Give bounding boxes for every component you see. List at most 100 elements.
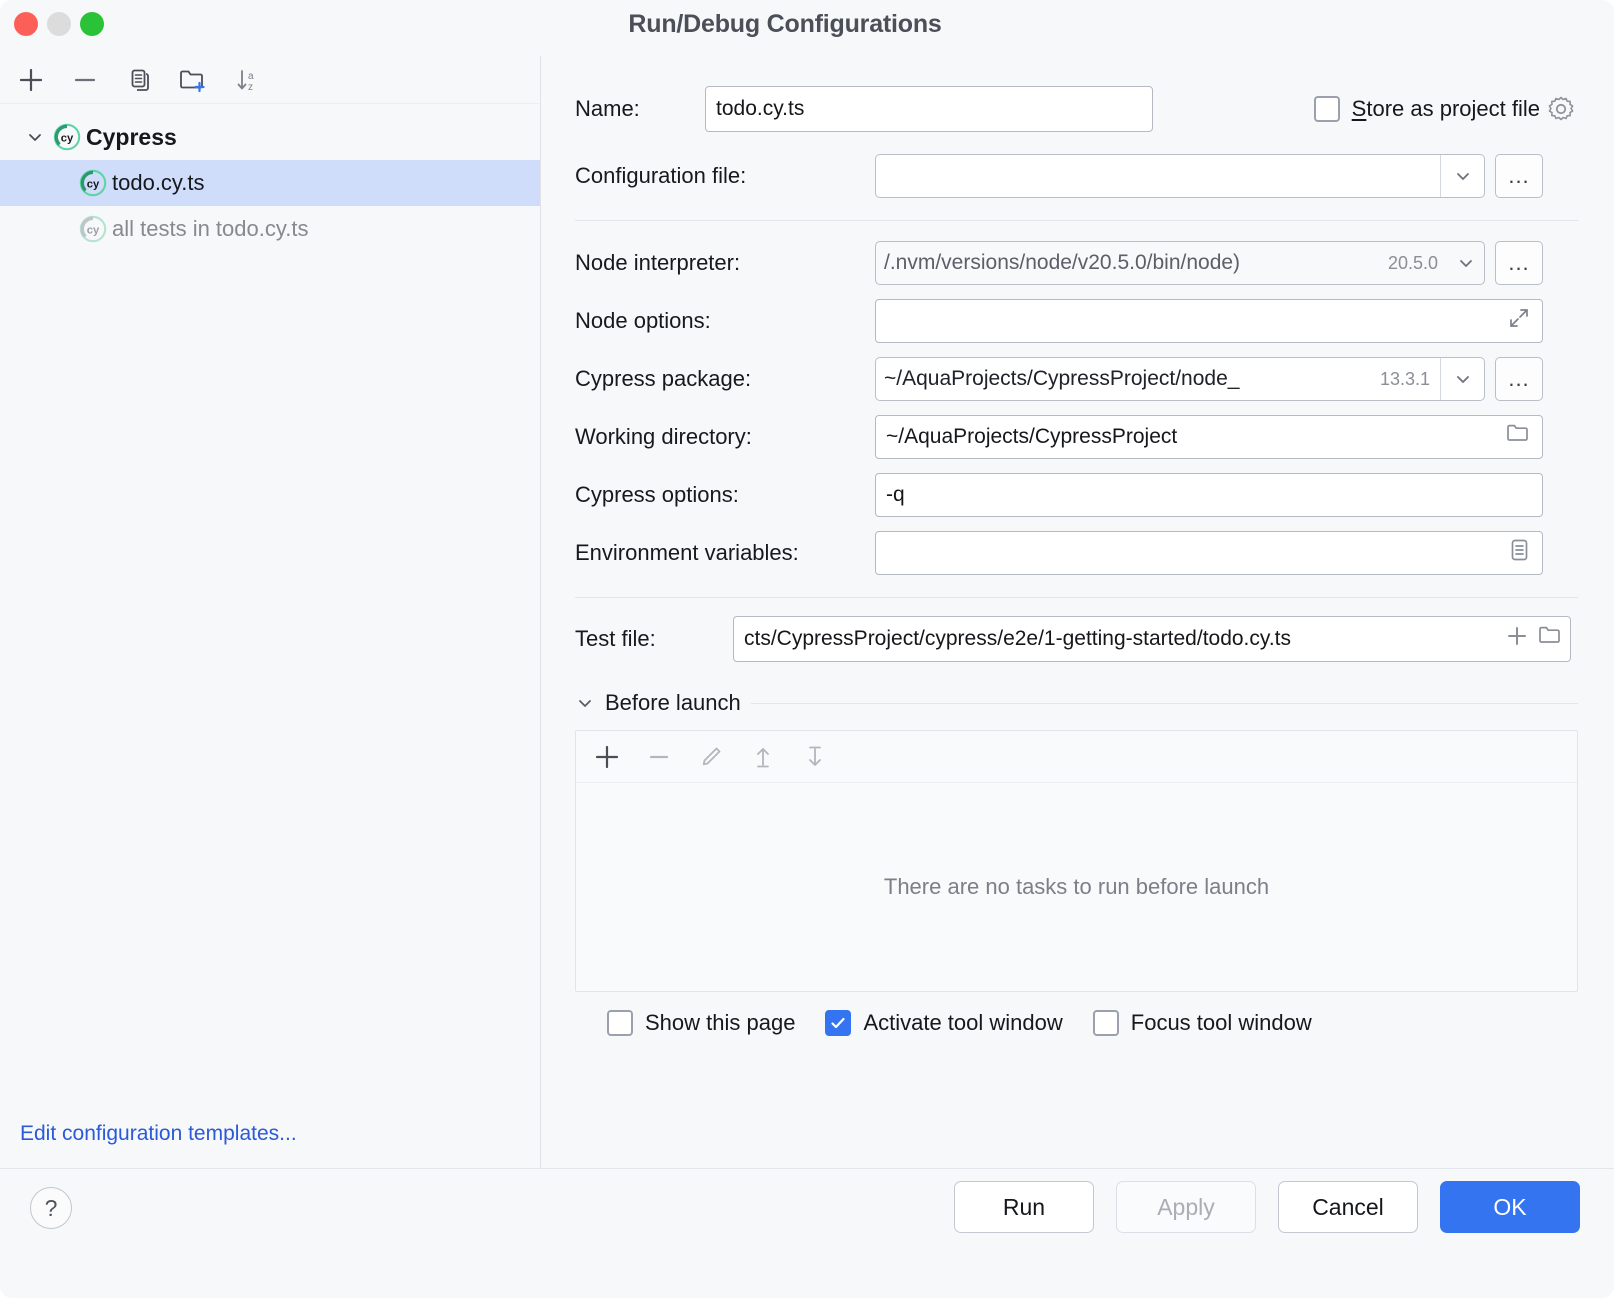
svg-text:a: a: [248, 71, 254, 82]
store-as-project-file-checkbox[interactable]: Store as project file: [1314, 96, 1540, 122]
cypress-icon: cy: [78, 168, 108, 198]
chevron-down-icon[interactable]: [22, 124, 48, 150]
name-row: Name: todo.cy.ts Store as project file: [575, 86, 1578, 132]
before-launch-header[interactable]: Before launch: [575, 690, 1578, 716]
configuration-file-row: Configuration file: ...: [575, 154, 1578, 198]
activate-tool-window-checkbox[interactable]: Activate tool window: [825, 1010, 1062, 1036]
test-file-browse-button[interactable]: [1536, 623, 1564, 655]
add-task-button[interactable]: [590, 740, 624, 774]
node-interpreter-combo[interactable]: /.nvm/versions/node/v20.5.0/bin/node) 20…: [875, 241, 1485, 285]
store-settings-gear-button[interactable]: [1544, 94, 1578, 124]
cypress-options-input[interactable]: -q: [875, 473, 1543, 517]
node-interpreter-label: Node interpreter:: [575, 250, 875, 276]
environment-variables-row: Environment variables:: [575, 531, 1578, 575]
cypress-package-browse-button[interactable]: ...: [1495, 357, 1543, 401]
before-launch-panel: There are no tasks to run before launch: [575, 730, 1578, 992]
configuration-file-browse-button[interactable]: ...: [1495, 154, 1543, 198]
new-folder-button[interactable]: [170, 60, 216, 100]
dialog-footer: ? Run Apply Cancel OK: [0, 1168, 1614, 1298]
run-button[interactable]: Run: [954, 1181, 1094, 1233]
add-configuration-button[interactable]: [8, 60, 54, 100]
cypress-package-combo[interactable]: ~/AquaProjects/CypressProject/node_ 13.3…: [875, 357, 1485, 401]
arrow-up-icon: [749, 743, 777, 771]
chevron-down-icon[interactable]: [1440, 155, 1484, 197]
working-directory-value: ~/AquaProjects/CypressProject: [886, 425, 1177, 449]
checkbox-box[interactable]: [1314, 96, 1340, 122]
store-label-mnemonic: S: [1352, 96, 1367, 121]
configurations-tree: cy Cypress cy todo.cy.ts cy all tests: [0, 104, 540, 252]
cypress-package-version: 13.3.1: [1370, 358, 1440, 400]
cypress-options-label: Cypress options:: [575, 482, 875, 508]
pencil-icon: [697, 743, 725, 771]
cancel-button[interactable]: Cancel: [1278, 1181, 1418, 1233]
configuration-form: Name: todo.cy.ts Store as project file C…: [541, 56, 1614, 1168]
run-debug-configurations-dialog: Run/Debug Configurations: [0, 0, 1614, 1298]
move-task-up-button[interactable]: [746, 740, 780, 774]
svg-text:cy: cy: [61, 133, 74, 145]
show-this-page-checkbox[interactable]: Show this page: [607, 1010, 795, 1036]
environment-variables-input[interactable]: [875, 531, 1543, 575]
chevron-down-icon[interactable]: [1440, 358, 1484, 400]
chevron-down-icon[interactable]: [575, 693, 595, 713]
list-editor-icon: [1506, 536, 1532, 564]
edit-configuration-templates-link[interactable]: Edit configuration templates...: [20, 1122, 297, 1146]
focus-tool-window-checkbox[interactable]: Focus tool window: [1093, 1010, 1312, 1036]
configuration-file-input[interactable]: [876, 155, 1440, 197]
folder-icon: [1504, 421, 1532, 447]
node-options-input[interactable]: [875, 299, 1543, 343]
folder-add-icon: [178, 66, 208, 94]
options-checkbox-row: Show this page Activate tool window Focu…: [575, 1010, 1578, 1036]
apply-button[interactable]: Apply: [1116, 1181, 1256, 1233]
test-file-input[interactable]: cts/CypressProject/cypress/e2e/1-getting…: [733, 616, 1571, 662]
edit-task-button[interactable]: [694, 740, 728, 774]
node-options-label: Node options:: [575, 308, 875, 334]
sidebar-item-label: todo.cy.ts: [112, 170, 205, 196]
ok-button[interactable]: OK: [1440, 1181, 1580, 1233]
sidebar-item-label: all tests in todo.cy.ts: [112, 216, 308, 242]
copy-configuration-button[interactable]: [116, 60, 162, 100]
focus-tool-window-label: Focus tool window: [1131, 1010, 1312, 1036]
environment-variables-editor-button[interactable]: [1506, 536, 1532, 570]
test-file-value: cts/CypressProject/cypress/e2e/1-getting…: [744, 627, 1291, 651]
minus-icon: [645, 743, 673, 771]
cypress-package-label: Cypress package:: [575, 366, 875, 392]
checkbox-box[interactable]: [607, 1010, 633, 1036]
expand-editor-button[interactable]: [1506, 305, 1532, 337]
plus-icon: [1502, 622, 1532, 650]
name-input[interactable]: todo.cy.ts: [705, 86, 1153, 132]
checkbox-box-checked[interactable]: [825, 1010, 851, 1036]
cypress-icon: cy: [52, 122, 82, 152]
help-button[interactable]: ?: [30, 1187, 72, 1229]
chevron-down-icon[interactable]: [1448, 242, 1484, 284]
node-interpreter-row: Node interpreter: /.nvm/versions/node/v2…: [575, 241, 1578, 285]
svg-text:z: z: [248, 82, 253, 93]
cypress-package-value[interactable]: ~/AquaProjects/CypressProject/node_: [876, 358, 1370, 400]
sort-configurations-button[interactable]: a z: [224, 60, 270, 100]
configuration-file-combo[interactable]: [875, 154, 1485, 198]
configuration-file-label: Configuration file:: [575, 163, 875, 189]
remove-configuration-button[interactable]: [62, 60, 108, 100]
test-file-add-button[interactable]: [1502, 622, 1532, 656]
copy-icon: [125, 66, 153, 94]
tree-group-cypress[interactable]: cy Cypress: [0, 114, 540, 160]
move-task-down-button[interactable]: [798, 740, 832, 774]
svg-text:cy: cy: [87, 225, 100, 237]
sidebar-item-all-tests[interactable]: cy all tests in todo.cy.ts: [0, 206, 540, 252]
check-icon: [829, 1014, 847, 1032]
test-file-label: Test file:: [575, 626, 733, 652]
before-launch-title: Before launch: [605, 690, 741, 716]
working-directory-input[interactable]: ~/AquaProjects/CypressProject: [875, 415, 1543, 459]
plus-icon: [17, 66, 45, 94]
working-directory-browse-button[interactable]: [1504, 421, 1532, 453]
node-interpreter-value[interactable]: /.nvm/versions/node/v20.5.0/bin/node): [876, 242, 1378, 284]
checkbox-box[interactable]: [1093, 1010, 1119, 1036]
cypress-options-row: Cypress options: -q: [575, 473, 1578, 517]
gear-icon: [1546, 94, 1576, 124]
before-launch-divider: [751, 703, 1578, 704]
store-label-rest: tore as project file: [1366, 96, 1540, 121]
cypress-package-row: Cypress package: ~/AquaProjects/CypressP…: [575, 357, 1578, 401]
node-interpreter-browse-button[interactable]: ...: [1495, 241, 1543, 285]
remove-task-button[interactable]: [642, 740, 676, 774]
sidebar-item-todo-cy-ts[interactable]: cy todo.cy.ts: [0, 160, 540, 206]
sidebar-toolbar: a z: [0, 56, 540, 104]
